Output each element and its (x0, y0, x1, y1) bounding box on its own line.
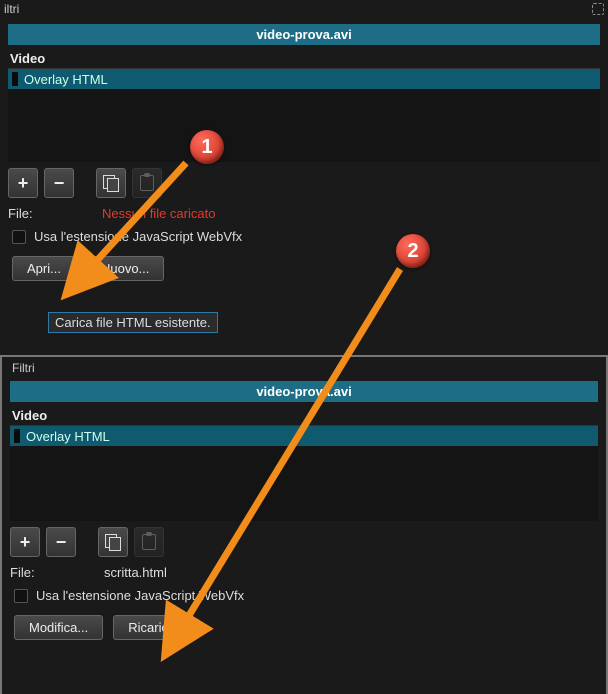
filters-panel-top: iltri video-prova.avi Video Overlay HTML… (0, 0, 608, 355)
paste-icon (142, 534, 156, 550)
panel-titlebar: iltri (0, 0, 608, 18)
filter-toolbar (2, 521, 606, 563)
webvfx-checkbox[interactable] (12, 230, 26, 244)
filter-list[interactable]: Overlay HTML (8, 68, 600, 162)
undock-icon[interactable] (592, 3, 604, 15)
webvfx-label: Usa l'estensione JavaScript WebVfx (34, 229, 242, 244)
paste-filter-button (132, 168, 162, 198)
annotation-badge-2: 2 (396, 234, 430, 268)
drag-handle-icon[interactable] (12, 72, 18, 86)
webvfx-label: Usa l'estensione JavaScript WebVfx (36, 588, 244, 603)
copy-icon (105, 534, 121, 550)
add-filter-button[interactable] (8, 168, 38, 198)
filter-item-label: Overlay HTML (24, 72, 108, 87)
file-row: File: Nessun file caricato (0, 204, 608, 223)
clip-header: video-prova.avi (10, 381, 598, 402)
filter-list[interactable]: Overlay HTML (10, 425, 598, 521)
drag-handle-icon[interactable] (14, 429, 20, 443)
file-status: Nessun file caricato (102, 206, 215, 221)
file-buttons-row: Apri... Nuovo... (0, 250, 608, 287)
annotation-badge-1: 1 (190, 130, 224, 164)
clip-header: video-prova.avi (8, 24, 600, 45)
tooltip: Carica file HTML esistente. (48, 312, 218, 333)
paste-icon (140, 175, 154, 191)
filters-panel-bottom: Filtri video-prova.avi Video Overlay HTM… (0, 355, 608, 694)
track-label: Video (2, 406, 606, 425)
webvfx-row: Usa l'estensione JavaScript WebVfx (0, 223, 608, 250)
paste-filter-button (134, 527, 164, 557)
panel-title: Filtri (12, 361, 35, 375)
webvfx-checkbox[interactable] (14, 589, 28, 603)
panel-titlebar: Filtri (2, 357, 606, 375)
track-label: Video (0, 49, 608, 68)
plus-icon (20, 532, 31, 553)
plus-icon (18, 173, 29, 194)
reload-button[interactable]: Ricarica (113, 615, 190, 640)
new-button[interactable]: Nuovo... (86, 256, 164, 281)
filter-item-overlay-html[interactable]: Overlay HTML (8, 69, 600, 89)
add-filter-button[interactable] (10, 527, 40, 557)
webvfx-row: Usa l'estensione JavaScript WebVfx (2, 582, 606, 609)
edit-button[interactable]: Modifica... (14, 615, 103, 640)
filter-item-overlay-html[interactable]: Overlay HTML (10, 426, 598, 446)
file-buttons-row: Modifica... Ricarica (2, 609, 606, 646)
minus-icon (54, 173, 65, 194)
file-label: File: (10, 565, 40, 580)
file-row: File: scritta.html (2, 563, 606, 582)
open-button[interactable]: Apri... (12, 256, 76, 281)
minus-icon (56, 532, 67, 553)
filter-toolbar (0, 162, 608, 204)
panel-title: iltri (4, 2, 19, 16)
filter-item-label: Overlay HTML (26, 429, 110, 444)
copy-filter-button[interactable] (96, 168, 126, 198)
remove-filter-button[interactable] (46, 527, 76, 557)
file-status: scritta.html (104, 565, 167, 580)
file-label: File: (8, 206, 38, 221)
copy-filter-button[interactable] (98, 527, 128, 557)
copy-icon (103, 175, 119, 191)
remove-filter-button[interactable] (44, 168, 74, 198)
